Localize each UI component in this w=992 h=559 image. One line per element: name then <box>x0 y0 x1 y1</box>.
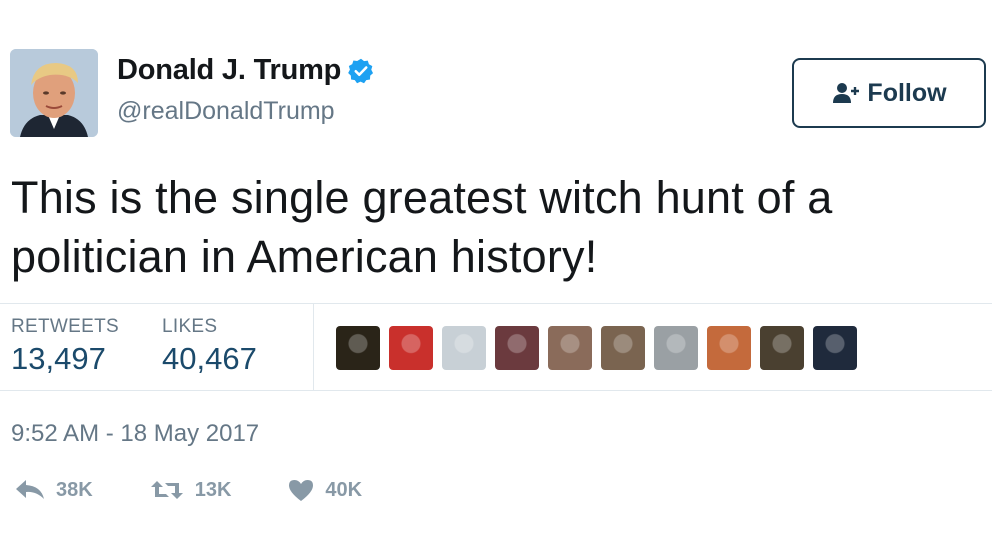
heart-icon <box>287 478 315 502</box>
liker-avatar[interactable] <box>389 326 433 370</box>
liker-avatar[interactable] <box>548 326 592 370</box>
retweets-count: 13,497 <box>11 341 106 376</box>
author-name-row[interactable]: Donald J. Trump <box>117 54 375 87</box>
tweet-text-line: politician in American history! <box>11 231 598 282</box>
liker-avatar[interactable] <box>442 326 486 370</box>
tweet-text: This is the single greatest witch hunt o… <box>11 168 971 286</box>
retweet-icon <box>149 478 185 502</box>
likes-count: 40,467 <box>162 341 257 376</box>
reply-button[interactable]: 38K <box>14 478 93 502</box>
like-button[interactable]: 40K <box>287 478 362 502</box>
tweet-timestamp[interactable]: 9:52 AM - 18 May 2017 <box>11 420 259 448</box>
retweet-button[interactable]: 13K <box>149 478 232 502</box>
retweets-stat[interactable]: RETWEETS 13,497 <box>11 316 119 377</box>
tweet-text-line: This is the single greatest witch hunt o… <box>11 172 833 223</box>
retweet-count: 13K <box>194 478 232 501</box>
likes-label: LIKES <box>162 316 218 337</box>
like-count: 40K <box>325 478 363 501</box>
liker-avatar[interactable] <box>495 326 539 370</box>
add-user-icon <box>831 81 861 105</box>
reply-icon <box>14 478 46 502</box>
likes-stat[interactable]: LIKES 40,467 <box>162 316 257 377</box>
liker-avatar[interactable] <box>707 326 751 370</box>
liker-avatar[interactable] <box>813 326 857 370</box>
liker-avatar[interactable] <box>654 326 698 370</box>
follow-button[interactable]: Follow <box>792 58 986 128</box>
follow-button-label: Follow <box>867 78 947 107</box>
liker-avatars <box>336 326 866 370</box>
divider <box>0 303 992 304</box>
retweets-label: RETWEETS <box>11 316 119 337</box>
liker-avatar[interactable] <box>336 326 380 370</box>
liker-avatar[interactable] <box>601 326 645 370</box>
author-name[interactable]: Donald J. Trump <box>117 54 341 87</box>
liker-avatar[interactable] <box>760 326 804 370</box>
avatar-image <box>10 49 98 137</box>
stats-divider <box>313 304 314 390</box>
reply-count: 38K <box>56 478 93 501</box>
avatar[interactable] <box>10 49 98 137</box>
divider <box>0 390 992 391</box>
tweet-actions: 38K 13K 40K <box>14 478 418 502</box>
author-handle[interactable]: @realDonaldTrump <box>117 97 335 126</box>
verified-badge-icon <box>347 57 375 85</box>
